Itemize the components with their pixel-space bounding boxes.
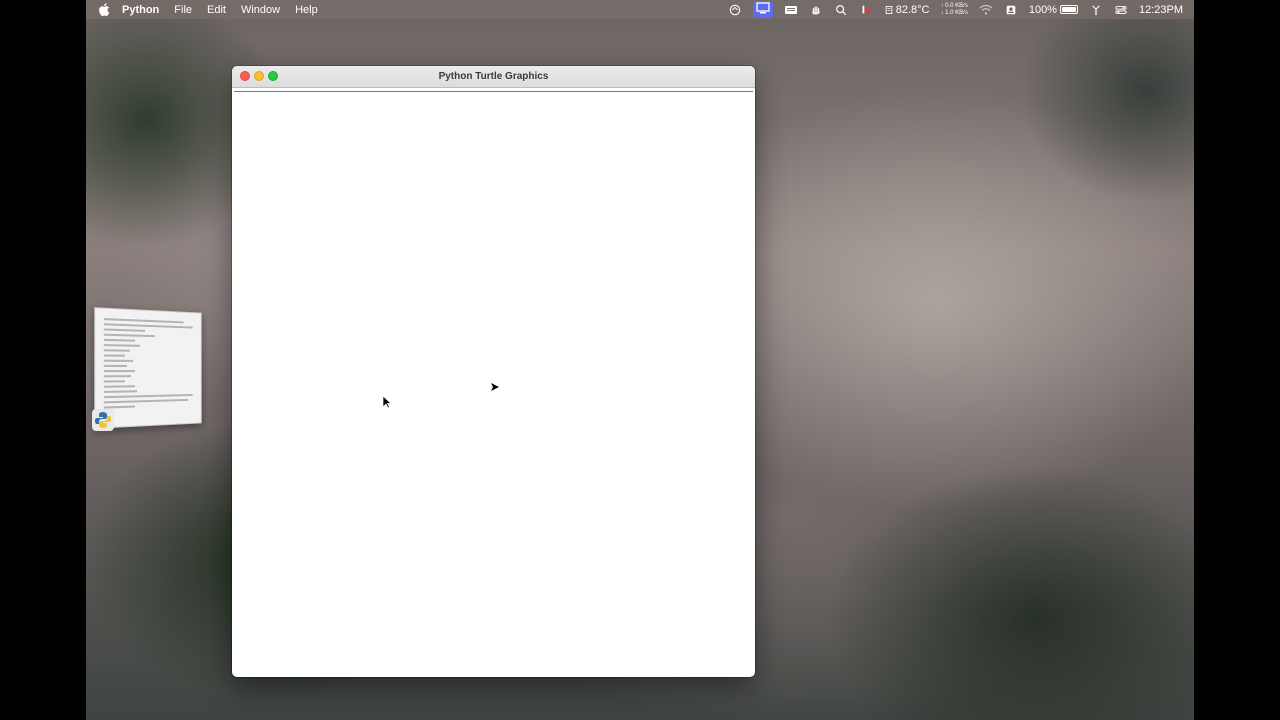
window-controls [240,71,282,81]
python-app-icon [92,409,114,431]
network-speed[interactable]: ↑ 0.0 KB/s ↓ 1.0 KB/s [940,3,967,17]
search-icon[interactable] [834,4,848,16]
keyboard-icon[interactable] [784,4,798,16]
temperature-text: 82.8°C [895,3,930,16]
battery-percent: 100% [1028,3,1057,16]
share-icon[interactable] [1004,4,1018,16]
clock[interactable]: 12:23PM [1139,4,1183,16]
maximize-button[interactable] [268,71,278,81]
control-center-icon[interactable] [1114,4,1128,16]
menu-edit[interactable]: Edit [207,4,226,16]
mic-icon[interactable] [859,4,873,16]
turtle-canvas[interactable] [234,91,753,674]
menu-bar: Python File Edit Window Help 82.8°C ↑ 0.… [86,0,1194,19]
menu-window[interactable]: Window [241,4,280,16]
wifi-icon[interactable] [979,4,993,16]
battery-status[interactable]: 100% [1029,4,1078,16]
hand-icon[interactable] [809,4,823,16]
antenna-icon[interactable] [1089,4,1103,16]
net-upload: ↑ 0.0 KB/s [940,2,968,9]
cpu-icon [885,5,892,14]
mouse-pointer-icon [382,395,392,409]
minimize-button[interactable] [254,71,264,81]
menu-help[interactable]: Help [295,4,318,16]
display-icon[interactable] [752,1,773,18]
turtle-arrow-icon [491,383,499,391]
cpu-temperature[interactable]: 82.8°C [884,3,930,16]
close-button[interactable] [240,71,250,81]
menu-app-name[interactable]: Python [122,4,159,16]
net-download: ↓ 1.0 KB/s [940,9,968,16]
window-title: Python Turtle Graphics [438,71,549,82]
sync-icon[interactable] [728,4,742,16]
battery-icon [1059,5,1078,14]
window-titlebar[interactable]: Python Turtle Graphics [232,66,755,88]
status-area: 82.8°C ↑ 0.0 KB/s ↓ 1.0 KB/s 100% 12:23P… [728,0,1194,19]
turtle-graphics-window[interactable]: Python Turtle Graphics [232,66,755,677]
menu-file[interactable]: File [174,4,192,16]
apple-icon[interactable] [98,3,110,16]
